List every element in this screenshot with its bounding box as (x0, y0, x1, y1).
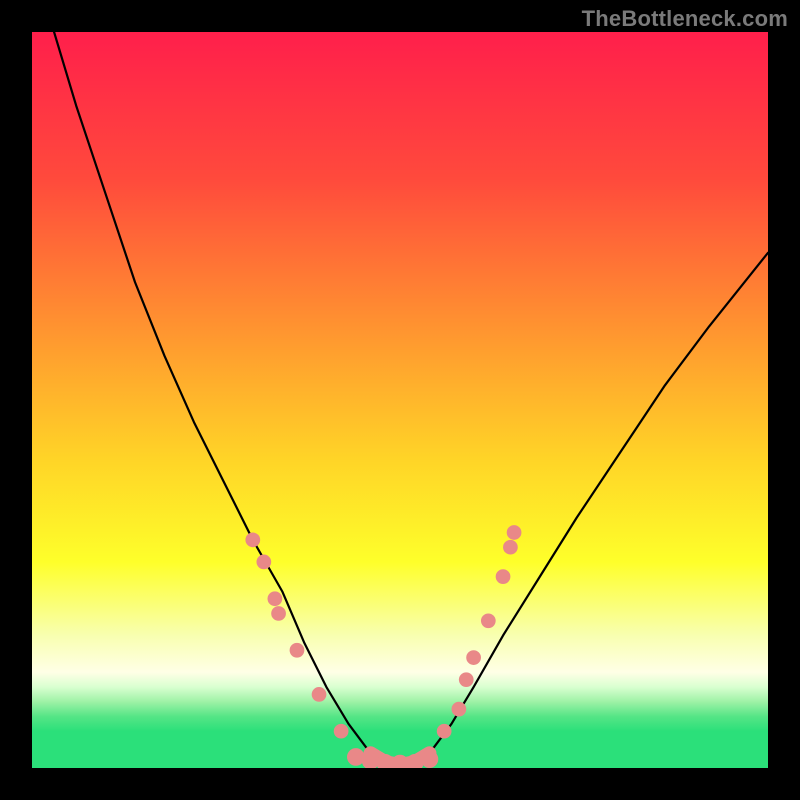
data-point (347, 748, 365, 766)
data-point (437, 724, 452, 739)
data-point (452, 702, 467, 717)
data-point (496, 569, 511, 584)
data-point (481, 613, 496, 628)
data-point (268, 591, 283, 606)
data-point (334, 724, 349, 739)
data-point (245, 532, 260, 547)
data-point (507, 525, 522, 540)
data-point (271, 606, 286, 621)
data-point (459, 672, 474, 687)
data-point (466, 650, 481, 665)
data-point (503, 540, 518, 555)
data-point (312, 687, 327, 702)
chart-curves (32, 32, 768, 768)
chart-stage: TheBottleneck.com (0, 0, 800, 800)
data-point (290, 643, 305, 658)
data-point (256, 555, 271, 570)
watermark-text: TheBottleneck.com (582, 6, 788, 32)
data-point (421, 750, 439, 768)
plot-area (32, 32, 768, 768)
